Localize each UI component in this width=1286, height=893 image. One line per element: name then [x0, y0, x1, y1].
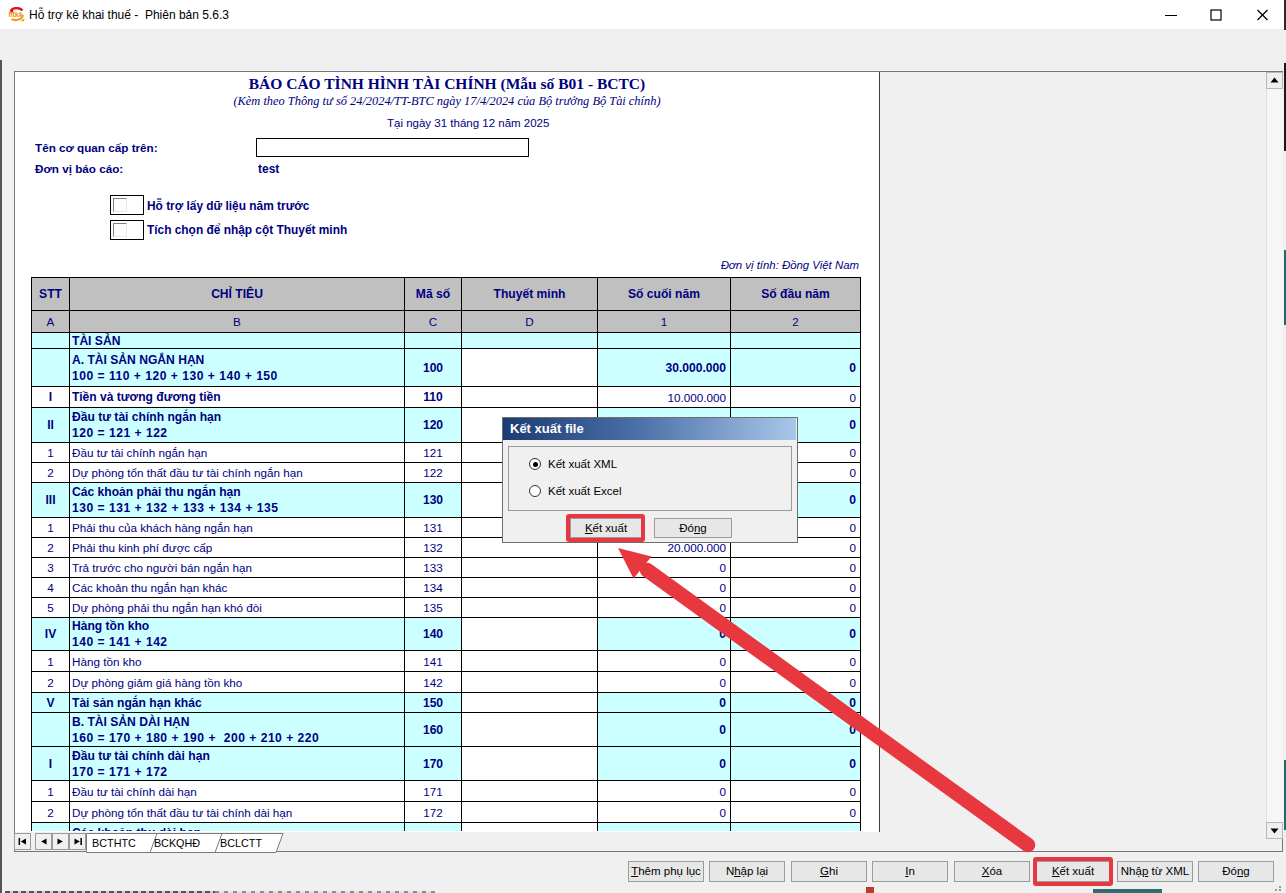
svg-text:htkk: htkk — [9, 11, 24, 18]
